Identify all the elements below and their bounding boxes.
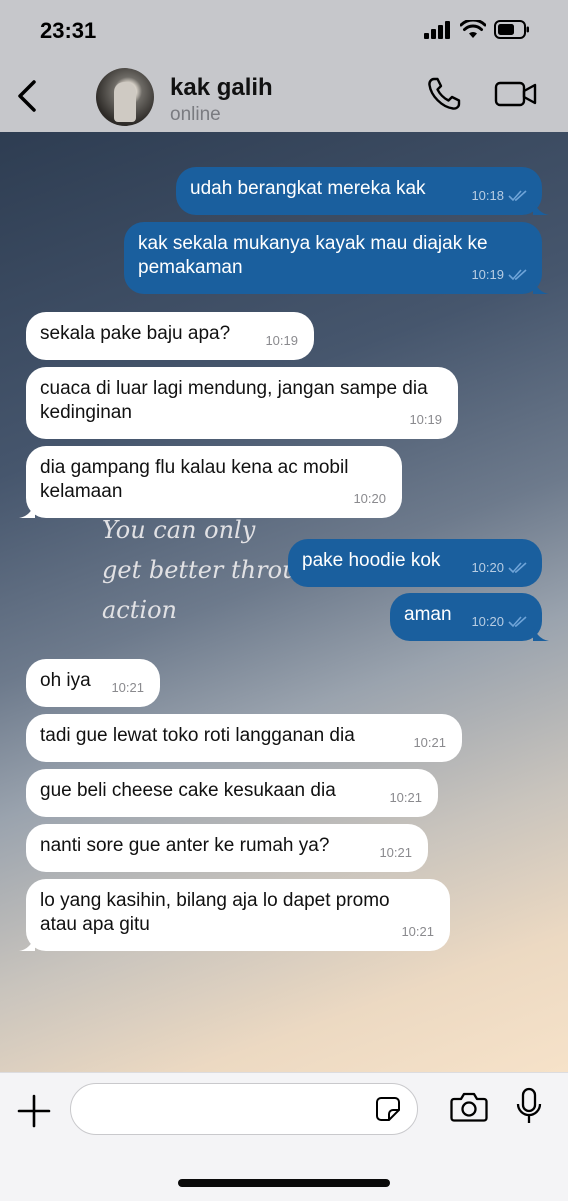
message-time: 10:20 xyxy=(353,491,386,506)
plus-icon[interactable] xyxy=(16,1093,52,1129)
message-meta: 10:21 xyxy=(401,920,434,944)
composer-bar xyxy=(0,1072,568,1201)
double-check-icon xyxy=(508,269,527,281)
incoming-message[interactable]: gue beli cheese cake kesukaan dia 10:21 xyxy=(26,769,438,817)
message-time: 10:21 xyxy=(111,680,144,695)
status-bar: 23:31 xyxy=(0,0,568,62)
incoming-message[interactable]: oh iya 10:21 xyxy=(26,659,160,707)
message-list[interactable]: You can only get better through action u… xyxy=(0,132,568,1072)
message-meta: 10:19 xyxy=(265,329,298,353)
camera-icon[interactable] xyxy=(450,1089,488,1125)
double-check-icon xyxy=(508,562,527,574)
outgoing-message[interactable]: kak sekala mukanya kayak mau diajak ke p… xyxy=(124,222,549,294)
bubble-tail xyxy=(19,502,35,518)
wallpaper-line: action xyxy=(102,596,177,624)
message-meta: 10:20 xyxy=(471,556,528,580)
avatar[interactable] xyxy=(96,68,154,126)
microphone-icon[interactable] xyxy=(514,1087,544,1127)
message-text: tadi gue lewat toko roti langganan dia xyxy=(40,725,355,746)
incoming-message[interactable]: cuaca di luar lagi mendung, jangan sampe… xyxy=(26,367,458,439)
message-time: 10:19 xyxy=(471,267,504,282)
message-text: gue beli cheese cake kesukaan dia xyxy=(40,780,336,801)
message-time: 10:20 xyxy=(471,560,504,575)
status-time: 23:31 xyxy=(40,18,97,43)
incoming-message[interactable]: sekala pake baju apa? 10:19 xyxy=(26,312,314,360)
message-time: 10:20 xyxy=(471,614,504,629)
contact-name[interactable]: kak galih xyxy=(170,74,273,102)
message-meta: 10:21 xyxy=(379,841,412,865)
message-meta: 10:20 xyxy=(471,610,528,634)
message-time: 10:19 xyxy=(265,333,298,348)
incoming-message[interactable]: lo yang kasihin, bilang aja lo dapet pro… xyxy=(19,879,450,951)
bubble-tail xyxy=(533,278,549,294)
incoming-message[interactable]: nanti sore gue anter ke rumah ya? 10:21 xyxy=(26,824,428,872)
incoming-message[interactable]: tadi gue lewat toko roti langganan dia 1… xyxy=(26,714,462,762)
message-meta: 10:19 xyxy=(409,408,442,432)
message-time: 10:21 xyxy=(389,790,422,805)
bubble-tail xyxy=(19,935,35,951)
message-meta: 10:20 xyxy=(353,487,386,511)
message-text: aman xyxy=(404,604,452,625)
message-meta: 10:19 xyxy=(471,263,528,287)
message-time: 10:21 xyxy=(401,924,434,939)
message-text: lo yang kasihin, bilang aja lo dapet pro… xyxy=(40,890,390,935)
double-check-icon xyxy=(508,190,527,202)
message-meta: 10:21 xyxy=(413,731,446,755)
sticker-icon[interactable] xyxy=(375,1096,401,1122)
message-text: udah berangkat mereka kak xyxy=(190,178,426,199)
message-time: 10:21 xyxy=(379,845,412,860)
outgoing-message[interactable]: udah berangkat mereka kak 10:18 xyxy=(176,167,549,215)
message-time: 10:18 xyxy=(471,188,504,203)
message-text: oh iya xyxy=(40,670,91,691)
message-time: 10:21 xyxy=(413,735,446,750)
bubble-tail xyxy=(533,625,549,641)
message-meta: 10:21 xyxy=(389,786,422,810)
message-input[interactable] xyxy=(70,1083,418,1135)
wifi-icon xyxy=(460,20,486,38)
message-text: pake hoodie kok xyxy=(302,550,441,571)
video-camera-icon[interactable] xyxy=(494,76,538,112)
outgoing-message[interactable]: pake hoodie kok 10:20 xyxy=(288,539,542,587)
message-text: dia gampang flu kalau kena ac mobil kela… xyxy=(40,457,349,502)
incoming-message[interactable]: dia gampang flu kalau kena ac mobil kela… xyxy=(19,446,402,518)
message-meta: 10:18 xyxy=(471,184,528,208)
phone-icon[interactable] xyxy=(426,76,462,112)
message-text: sekala pake baju apa? xyxy=(40,323,231,344)
cellular-signal-icon xyxy=(424,20,450,39)
double-check-icon xyxy=(508,616,527,628)
message-meta: 10:21 xyxy=(111,676,144,700)
status-icons xyxy=(424,20,530,39)
chat-header: kak galih online xyxy=(0,62,568,132)
contact-status: online xyxy=(170,104,221,125)
battery-icon xyxy=(494,20,529,39)
message-text: kak sekala mukanya kayak mau diajak ke p… xyxy=(138,233,488,278)
home-indicator[interactable] xyxy=(178,1179,390,1187)
chevron-left-icon[interactable] xyxy=(14,76,42,116)
message-text: cuaca di luar lagi mendung, jangan sampe… xyxy=(40,378,428,423)
outgoing-message[interactable]: aman 10:20 xyxy=(390,593,549,641)
bubble-tail xyxy=(533,199,549,215)
message-time: 10:19 xyxy=(409,412,442,427)
message-text: nanti sore gue anter ke rumah ya? xyxy=(40,835,330,856)
